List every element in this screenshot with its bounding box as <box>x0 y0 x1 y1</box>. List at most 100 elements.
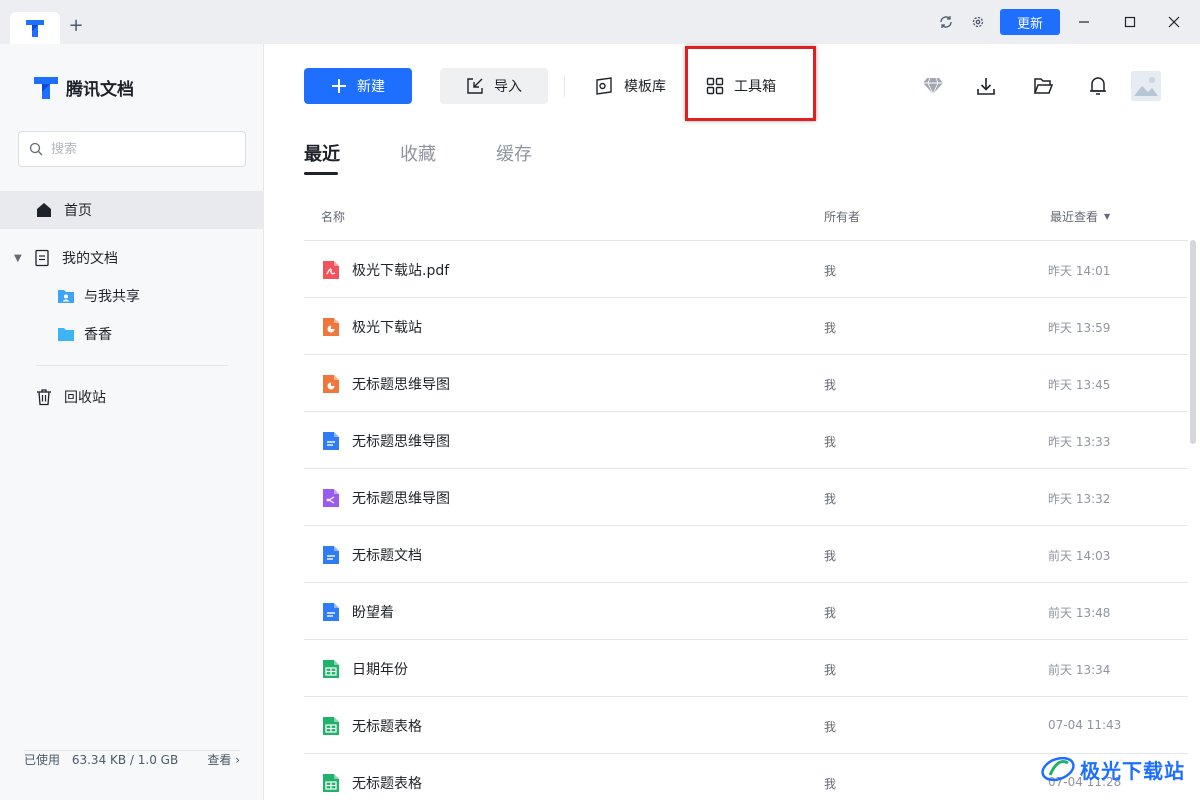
file-owner: 我 <box>824 549 837 563</box>
file-owner: 我 <box>824 663 837 677</box>
caret-down-icon[interactable]: ▼ <box>14 253 26 264</box>
file-last-viewed: 前天 14:03 <box>1048 549 1111 563</box>
table-row[interactable]: 无标题思维导图 我 昨天 13:45 <box>304 354 1188 411</box>
settings-gear-icon[interactable] <box>968 12 988 32</box>
tab-favorites[interactable]: 收藏 <box>400 140 436 166</box>
file-last-viewed: 昨天 13:59 <box>1048 321 1111 335</box>
document-icon <box>32 248 52 268</box>
search-box[interactable] <box>18 131 246 167</box>
file-last-viewed: 昨天 13:45 <box>1048 378 1111 392</box>
file-owner: 我 <box>824 321 837 335</box>
templates-button-label: 模板库 <box>624 79 666 95</box>
sidebar-divider <box>36 365 228 366</box>
file-owner: 我 <box>824 492 837 506</box>
trash-icon <box>34 387 54 407</box>
active-tab-indicator <box>304 172 338 175</box>
close-icon[interactable] <box>1164 12 1184 32</box>
tencent-docs-logo-icon <box>26 20 44 37</box>
update-button[interactable]: 更新 <box>1000 9 1060 35</box>
file-owner: 我 <box>824 435 837 449</box>
table-row[interactable]: 日期年份 我 前天 13:34 <box>304 639 1188 696</box>
storage-usage: 已使用 63.34 KB / 1.0 GB 查看 › <box>24 750 240 800</box>
file-last-viewed: 昨天 13:32 <box>1048 492 1111 506</box>
minimize-icon[interactable] <box>1074 12 1094 32</box>
app-tab[interactable] <box>10 12 60 44</box>
tencent-docs-logo-icon <box>34 77 58 99</box>
slides-file-icon <box>322 317 340 337</box>
sheet-file-icon <box>322 773 340 793</box>
bell-icon[interactable] <box>1086 74 1110 98</box>
file-last-viewed: 前天 13:34 <box>1048 663 1111 677</box>
storage-view-link[interactable]: 查看 › <box>207 751 240 800</box>
sidebar-item-label: 我的文档 <box>62 251 118 267</box>
column-header-owner[interactable]: 所有者 <box>824 208 860 225</box>
new-button[interactable]: 新建 <box>304 68 412 104</box>
new-tab-button[interactable]: + <box>66 16 86 36</box>
sidebar-item-label: 与我共享 <box>84 289 140 305</box>
table-row[interactable]: 无标题思维导图 我 昨天 13:32 <box>304 468 1188 525</box>
file-name: 极光下载站.pdf <box>352 263 450 279</box>
template-icon <box>596 77 612 95</box>
search-input[interactable] <box>51 141 231 157</box>
import-button[interactable]: 导入 <box>440 68 548 104</box>
file-owner: 我 <box>824 606 837 620</box>
file-name: 无标题文档 <box>352 548 422 564</box>
sidebar-item-my-docs[interactable]: ▼ 我的文档 <box>0 239 264 277</box>
brand[interactable]: 腾讯文档 <box>32 74 134 100</box>
file-last-viewed: 前天 13:48 <box>1048 606 1111 620</box>
maximize-icon[interactable] <box>1120 12 1140 32</box>
sidebar-item-label: 香香 <box>84 327 112 343</box>
sidebar-item-folder-xiangxiang[interactable]: 香香 <box>0 315 264 353</box>
sidebar-item-trash[interactable]: 回收站 <box>0 378 264 416</box>
file-owner: 我 <box>824 264 837 278</box>
file-name: 无标题表格 <box>352 719 422 735</box>
column-header-last-viewed[interactable]: 最近查看 ▼ <box>1050 208 1110 225</box>
sidebar-item-home[interactable]: 首页 <box>0 191 264 229</box>
doc-file-icon <box>322 602 340 622</box>
table-row[interactable]: 极光下载站 我 昨天 13:59 <box>304 297 1188 354</box>
toolbar-separator <box>564 75 565 97</box>
table-row[interactable]: 极光下载站.pdf 我 昨天 14:01 <box>304 240 1188 297</box>
shared-folder-icon <box>56 286 76 306</box>
tab-cache[interactable]: 缓存 <box>496 140 532 166</box>
sheet-file-icon <box>322 659 340 679</box>
sort-down-icon[interactable]: ▼ <box>1104 212 1110 221</box>
tab-recent[interactable]: 最近 <box>304 140 340 166</box>
templates-button[interactable]: 模板库 <box>594 68 666 104</box>
slides-file-icon <box>322 374 340 394</box>
file-last-viewed: 07-04 11:43 <box>1048 718 1122 732</box>
avatar[interactable] <box>1131 71 1161 101</box>
pdf-file-icon <box>322 260 340 280</box>
search-icon <box>29 142 43 156</box>
file-name: 极光下载站 <box>352 320 422 336</box>
sheet-file-icon <box>322 716 340 736</box>
doc-file-icon <box>322 545 340 565</box>
watermark-logo-icon <box>1041 756 1075 782</box>
new-button-label: 新建 <box>357 79 385 95</box>
download-icon[interactable] <box>974 74 998 98</box>
folder-open-icon[interactable] <box>1031 74 1055 98</box>
table-row[interactable]: 盼望着 我 前天 13:48 <box>304 582 1188 639</box>
watermark-text: 极光下载站 <box>1080 758 1185 783</box>
annotation-highlight-box <box>685 46 816 121</box>
sync-icon[interactable] <box>936 12 956 32</box>
watermark: 极光下载站 <box>1040 742 1196 796</box>
main-content: 新建 导入 模板库 工具箱 最近 收藏 缓存 名称 所有者 最近查看 ▼ 极光下… <box>265 44 1200 800</box>
folder-icon <box>56 324 76 344</box>
storage-value: 63.34 KB / 1.0 GB <box>71 753 179 767</box>
sidebar-item-shared[interactable]: 与我共享 <box>0 277 264 315</box>
doc-file-icon <box>322 431 340 451</box>
file-name: 无标题思维导图 <box>352 434 450 450</box>
mindmap-file-icon <box>322 488 340 508</box>
file-owner: 我 <box>824 720 837 734</box>
diamond-icon[interactable] <box>921 74 945 98</box>
table-row[interactable]: 无标题思维导图 我 昨天 13:33 <box>304 411 1188 468</box>
file-last-viewed: 昨天 14:01 <box>1048 264 1111 278</box>
storage-label: 已使用 <box>24 753 61 767</box>
file-name: 无标题思维导图 <box>352 491 450 507</box>
column-header-last-viewed-label: 最近查看 <box>1050 210 1099 224</box>
sidebar: 腾讯文档 首页 ▼ 我的文档 与我共享 香香 回收站 <box>0 44 264 800</box>
brand-name: 腾讯文档 <box>66 79 134 100</box>
table-row[interactable]: 无标题文档 我 前天 14:03 <box>304 525 1188 582</box>
scrollbar-thumb[interactable] <box>1190 240 1196 444</box>
